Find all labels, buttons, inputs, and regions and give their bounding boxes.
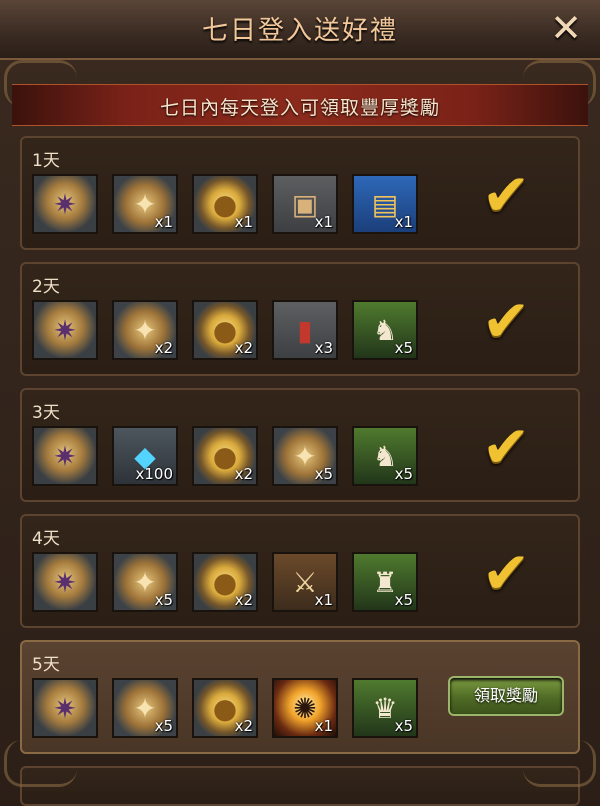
reward-slot[interactable]: ✷	[32, 300, 98, 360]
reward-slot[interactable]: ✦ x5	[112, 552, 178, 612]
emblem-icon: ✷	[53, 565, 77, 599]
title-bar: 七日登入送好禮 ✕	[0, 0, 600, 60]
dialog-title: 七日登入送好禮	[201, 16, 398, 46]
day-row-2: 2天 ✷ ✦ x2 ● x2 ▮ x3 ♞ x5 ✔	[20, 262, 580, 376]
reward-qty: x100	[135, 465, 173, 483]
day-label: 3天	[32, 403, 60, 423]
reward-qty: x5	[394, 591, 413, 609]
reward-slot[interactable]: ♜ x5	[352, 552, 418, 612]
reward-qty: x1	[314, 213, 333, 231]
claimed-check-icon: ✔	[481, 287, 531, 355]
emblem-icon: ✷	[53, 313, 77, 347]
claimed-check-icon: ✔	[481, 413, 531, 481]
reward-slot[interactable]: ● x2	[192, 678, 258, 738]
emblem-icon: ✷	[53, 691, 77, 725]
reward-slot[interactable]: ♞ x5	[352, 300, 418, 360]
reward-slot[interactable]: ◆ x100	[112, 426, 178, 486]
close-icon[interactable]: ✕	[546, 8, 586, 48]
reward-slot[interactable]: ♞ x5	[352, 426, 418, 486]
claimed-check-icon: ✔	[481, 539, 531, 607]
reward-slot[interactable]: ✷	[32, 678, 98, 738]
reward-slot[interactable]: ✺ x1	[272, 678, 338, 738]
reward-slot[interactable]: ✷	[32, 426, 98, 486]
reward-qty: x5	[154, 717, 173, 735]
reward-slot[interactable]: ● x2	[192, 426, 258, 486]
reward-slot[interactable]: ✦ x5	[112, 678, 178, 738]
reward-slot[interactable]: ▣ x1	[272, 174, 338, 234]
day-row-1: 1天 ✷ ✦ x1 ● x1 ▣ x1 ▤ x1 ✔	[20, 136, 580, 250]
reward-qty: x1	[314, 717, 333, 735]
day-row-3: 3天 ✷ ◆ x100 ● x2 ✦ x5 ♞ x5 ✔	[20, 388, 580, 502]
reward-qty: x1	[314, 591, 333, 609]
day-label: 2天	[32, 277, 60, 297]
emblem-icon: ✷	[53, 439, 77, 473]
reward-qty: x5	[394, 339, 413, 357]
corner-ornament	[523, 740, 596, 787]
reward-slot[interactable]: ● x1	[192, 174, 258, 234]
subtitle-banner: 七日內每天登入可領取豐厚獎勵	[12, 84, 588, 126]
reward-qty: x3	[314, 339, 333, 357]
claim-reward-button[interactable]: 領取獎勵	[448, 676, 564, 716]
reward-slot[interactable]: ✷	[32, 552, 98, 612]
reward-slot[interactable]: ⚔ x1	[272, 552, 338, 612]
reward-qty: x1	[394, 213, 413, 231]
reward-slot[interactable]: ● x2	[192, 552, 258, 612]
reward-qty: x1	[234, 213, 253, 231]
day-label: 5天	[32, 655, 60, 675]
reward-qty: x5	[394, 717, 413, 735]
reward-qty: x2	[234, 465, 253, 483]
day-row-4: 4天 ✷ ✦ x5 ● x2 ⚔ x1 ♜ x5 ✔	[20, 514, 580, 628]
reward-slot[interactable]: ✷	[32, 174, 98, 234]
reward-qty: x5	[314, 465, 333, 483]
reward-slot[interactable]: ▮ x3	[272, 300, 338, 360]
day-label: 4天	[32, 529, 60, 549]
reward-qty: x2	[234, 339, 253, 357]
day-row-5: 5天 ✷ ✦ x5 ● x2 ✺ x1 ♛ x5 領取獎勵	[20, 640, 580, 754]
reward-qty: x2	[234, 717, 253, 735]
reward-slot[interactable]: ✦ x5	[272, 426, 338, 486]
corner-ornament	[4, 740, 77, 787]
reward-qty: x1	[154, 213, 173, 231]
reward-qty: x5	[154, 591, 173, 609]
subtitle-text: 七日內每天登入可領取豐厚獎勵	[159, 97, 440, 119]
reward-qty: x5	[394, 465, 413, 483]
emblem-icon: ✷	[53, 187, 77, 221]
claimed-check-icon: ✔	[481, 161, 531, 229]
reward-slot[interactable]: ✦ x1	[112, 174, 178, 234]
day-label: 1天	[32, 151, 60, 171]
reward-qty: x2	[154, 339, 173, 357]
reward-slot[interactable]: ▤ x1	[352, 174, 418, 234]
reward-slot[interactable]: ✦ x2	[112, 300, 178, 360]
reward-slot[interactable]: ● x2	[192, 300, 258, 360]
reward-qty: x2	[234, 591, 253, 609]
reward-slot[interactable]: ♛ x5	[352, 678, 418, 738]
dialog-frame: 七日登入送好禮 ✕ 七日內每天登入可領取豐厚獎勵 1天 ✷ ✦ x1 ● x1 ▣ x…	[0, 0, 600, 806]
day-row-6-partial	[20, 766, 580, 806]
